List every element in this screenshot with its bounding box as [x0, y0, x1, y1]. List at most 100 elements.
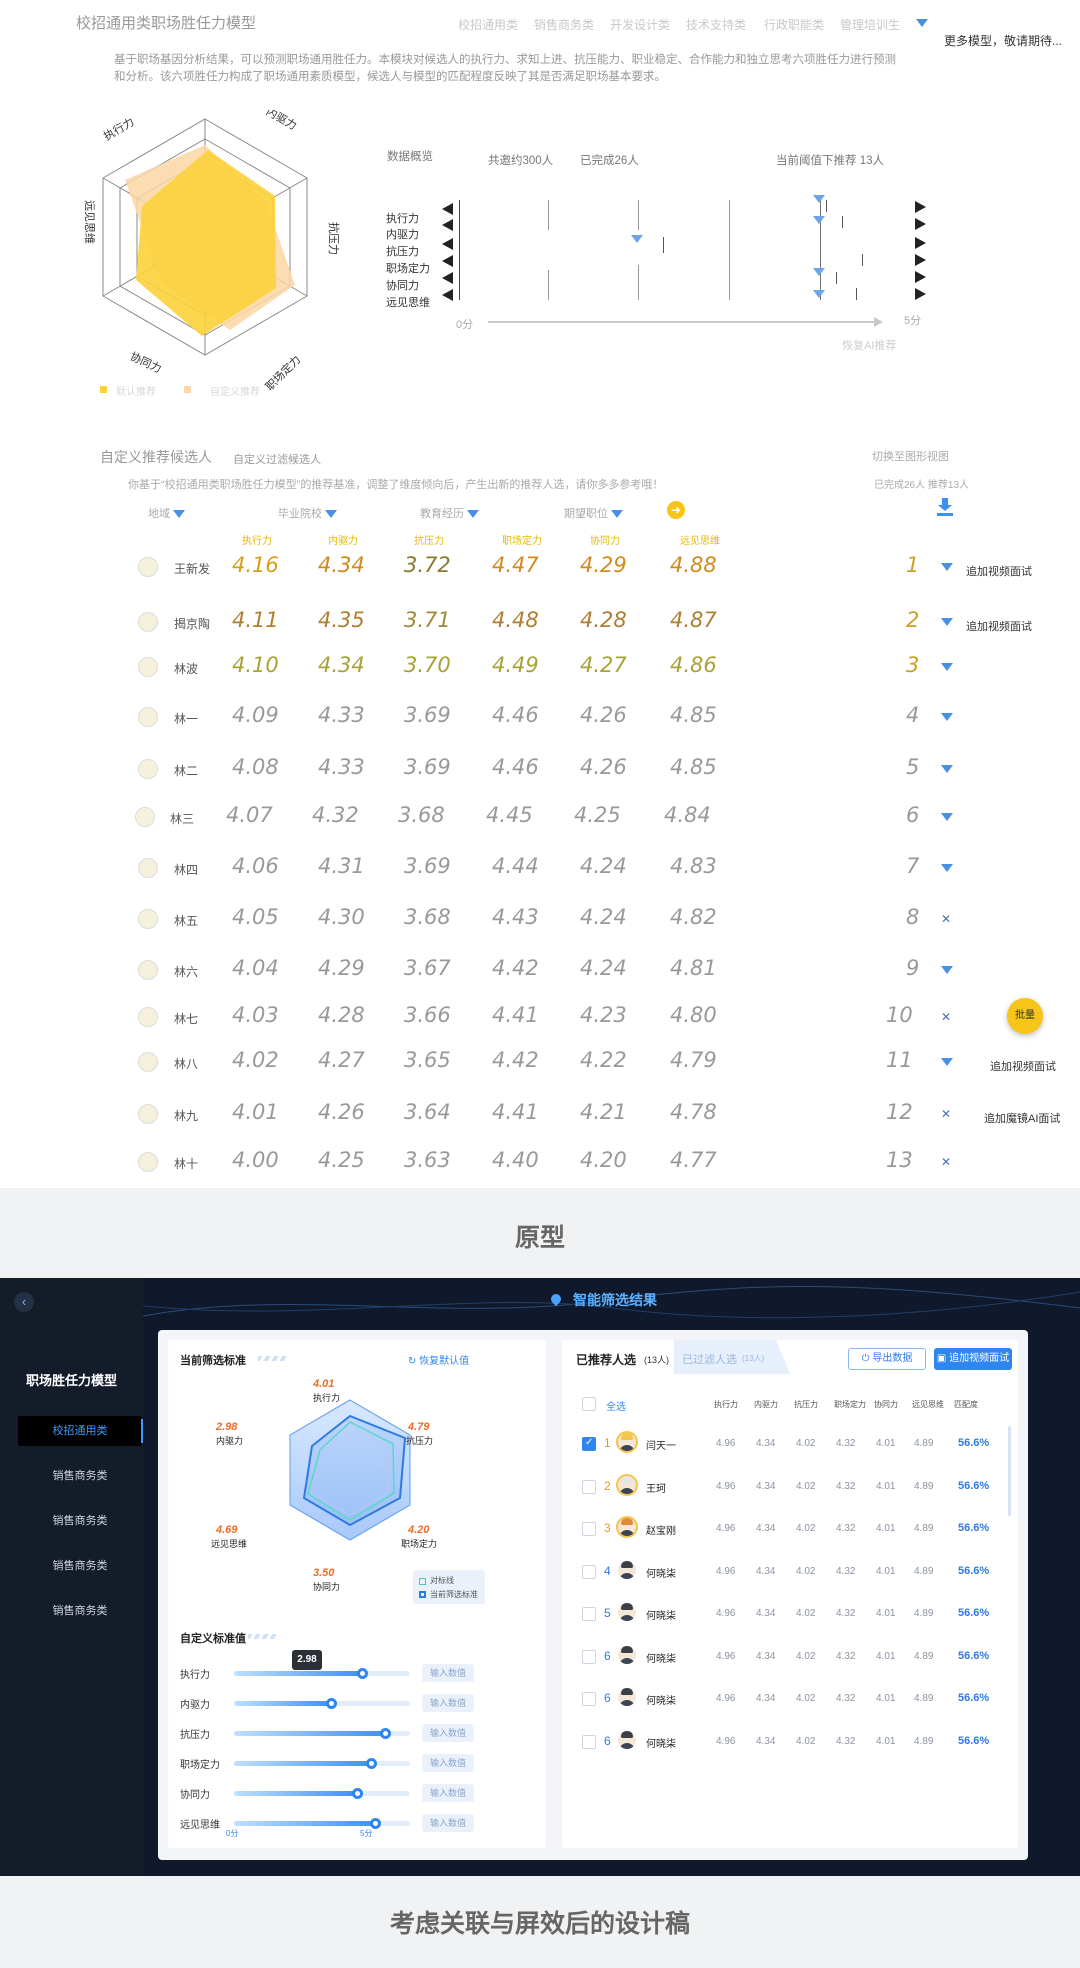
- chevron-down-icon[interactable]: [941, 760, 953, 778]
- export-data-button[interactable]: ⏻ 导出数据: [848, 1348, 926, 1370]
- expand-icon[interactable]: ✕: [941, 1008, 951, 1026]
- result-candidate-name[interactable]: 何晓柒: [646, 1650, 676, 1665]
- dim-5-right-arrow[interactable]: [915, 271, 926, 283]
- chevron-down-icon[interactable]: [941, 558, 953, 576]
- threshold-marker[interactable]: [631, 230, 643, 248]
- slider-handle[interactable]: [366, 1758, 378, 1769]
- select-all-checkbox[interactable]: [582, 1397, 596, 1411]
- filter-school[interactable]: 毕业院校: [278, 505, 338, 521]
- row-checkbox[interactable]: [582, 1564, 596, 1579]
- candidate-name[interactable]: 林二: [174, 762, 198, 779]
- results-scrollbar[interactable]: [1008, 1426, 1011, 1516]
- result-candidate-name[interactable]: 王珂: [646, 1480, 666, 1495]
- batch-button[interactable]: 批量: [1007, 998, 1043, 1034]
- candidate-name[interactable]: 林四: [174, 861, 198, 878]
- tabs-dropdown-icon[interactable]: [916, 14, 928, 32]
- filter-position[interactable]: 期望职位: [564, 505, 624, 521]
- row-checkbox[interactable]: [582, 1607, 596, 1621]
- threshold-marker[interactable]: [813, 211, 825, 229]
- slider-handle[interactable]: [357, 1668, 369, 1679]
- switch-view-link[interactable]: 切换至图形视图: [872, 448, 949, 464]
- dim-4-left-arrow[interactable]: [442, 255, 453, 267]
- row-checkbox[interactable]: ✓: [582, 1437, 596, 1451]
- dim-4-right-arrow[interactable]: [915, 254, 926, 266]
- tab-mgmt[interactable]: 管理培训生: [840, 16, 900, 33]
- select-all-label[interactable]: 全选: [606, 1398, 626, 1413]
- slider-handle[interactable]: [380, 1728, 392, 1739]
- dim-5-left-arrow[interactable]: [442, 272, 453, 284]
- slider-handle[interactable]: [325, 1698, 337, 1709]
- input-value-button[interactable]: 输入数值: [422, 1724, 474, 1742]
- slider-handle[interactable]: [352, 1788, 364, 1799]
- input-value-button[interactable]: 输入数值: [422, 1784, 474, 1802]
- chevron-down-icon[interactable]: [941, 1053, 953, 1071]
- expand-icon[interactable]: ✕: [941, 1153, 951, 1171]
- input-value-button[interactable]: 输入数值: [422, 1694, 474, 1712]
- dim-3-left-arrow[interactable]: [442, 238, 453, 250]
- dim-2-right-arrow[interactable]: [915, 218, 926, 230]
- filter-region[interactable]: 地域: [148, 505, 186, 521]
- sidebar-item-sales-2[interactable]: 销售商务类: [18, 1506, 142, 1536]
- filter-education[interactable]: 教育经历: [420, 505, 480, 521]
- expand-icon[interactable]: ✕: [941, 1105, 951, 1123]
- candidate-name[interactable]: 林十: [174, 1155, 198, 1172]
- row-checkbox[interactable]: [582, 1522, 596, 1536]
- row-checkbox[interactable]: [582, 1734, 596, 1749]
- reset-ai-button[interactable]: 恢复AI推荐: [842, 337, 896, 353]
- row-action-link[interactable]: 追加视频面试: [966, 618, 1032, 634]
- candidate-name[interactable]: 林六: [174, 963, 198, 980]
- dim-6-left-arrow[interactable]: [442, 289, 453, 301]
- tab-admin[interactable]: 行政职能类: [764, 16, 824, 33]
- dim-1-left-arrow[interactable]: [442, 203, 453, 215]
- threshold-marker[interactable]: [813, 190, 825, 208]
- chevron-down-icon[interactable]: [941, 708, 953, 726]
- result-candidate-name[interactable]: 何晓柒: [646, 1735, 676, 1750]
- dim-1-right-arrow[interactable]: [915, 201, 926, 213]
- input-value-button[interactable]: 输入数值: [422, 1814, 474, 1832]
- candidate-name[interactable]: 林三: [170, 810, 194, 827]
- tab-dev[interactable]: 开发设计类: [610, 16, 670, 33]
- candidate-name[interactable]: 林九: [174, 1107, 198, 1124]
- result-candidate-name[interactable]: 闫天一: [646, 1437, 676, 1452]
- row-action-link[interactable]: 追加视频面试: [966, 563, 1032, 579]
- dim-3-right-arrow[interactable]: [915, 237, 926, 249]
- candidate-name[interactable]: 林一: [174, 710, 198, 727]
- result-candidate-name[interactable]: 何晓柒: [646, 1692, 676, 1707]
- chevron-down-icon[interactable]: [941, 859, 953, 877]
- sidebar-item-campus[interactable]: 校招通用类: [18, 1416, 142, 1446]
- sidebar-item-sales-3[interactable]: 销售商务类: [18, 1551, 142, 1581]
- chevron-down-icon[interactable]: [941, 961, 953, 979]
- tab-sales[interactable]: 销售商务类: [534, 16, 594, 33]
- candidate-name[interactable]: 揭京陶: [174, 615, 210, 632]
- chevron-down-icon[interactable]: [941, 613, 953, 631]
- sidebar-item-sales-1[interactable]: 销售商务类: [18, 1461, 142, 1491]
- row-checkbox[interactable]: [582, 1479, 596, 1494]
- add-video-interview-button[interactable]: ▣ 追加视频面试: [934, 1348, 1012, 1370]
- back-button[interactable]: ‹: [14, 1292, 34, 1312]
- add-filter-icon[interactable]: ➜: [667, 501, 685, 519]
- chevron-down-icon[interactable]: [941, 658, 953, 676]
- row-action-link[interactable]: 追加视频面试: [990, 1058, 1056, 1074]
- tab-recommended[interactable]: 已推荐人选 (13人): [562, 1340, 674, 1374]
- candidate-name[interactable]: 王新发: [174, 560, 210, 577]
- result-candidate-name[interactable]: 赵宝刚: [646, 1522, 676, 1537]
- tab-campus[interactable]: 校招通用类: [458, 16, 518, 33]
- reset-default-button[interactable]: ↻ 恢复默认值: [408, 1352, 469, 1367]
- candidate-name[interactable]: 林七: [174, 1010, 198, 1027]
- dim-6-right-arrow[interactable]: [915, 288, 926, 300]
- result-candidate-name[interactable]: 何晓柒: [646, 1607, 676, 1622]
- dim-2-left-arrow[interactable]: [442, 219, 453, 231]
- sidebar-item-sales-4[interactable]: 销售商务类: [18, 1596, 142, 1626]
- candidate-name[interactable]: 林五: [174, 912, 198, 929]
- download-icon[interactable]: [937, 498, 953, 516]
- candidate-name[interactable]: 林波: [174, 660, 198, 677]
- expand-icon[interactable]: ✕: [941, 910, 951, 928]
- input-value-button[interactable]: 输入数值: [422, 1754, 474, 1772]
- threshold-marker[interactable]: [813, 285, 825, 303]
- tab-filtered[interactable]: 已过滤人选 (13人): [674, 1340, 790, 1374]
- threshold-marker[interactable]: [813, 263, 825, 281]
- row-checkbox[interactable]: [582, 1692, 596, 1706]
- input-value-button[interactable]: 输入数值: [422, 1664, 474, 1682]
- row-checkbox[interactable]: [582, 1649, 596, 1664]
- candidate-name[interactable]: 林八: [174, 1055, 198, 1072]
